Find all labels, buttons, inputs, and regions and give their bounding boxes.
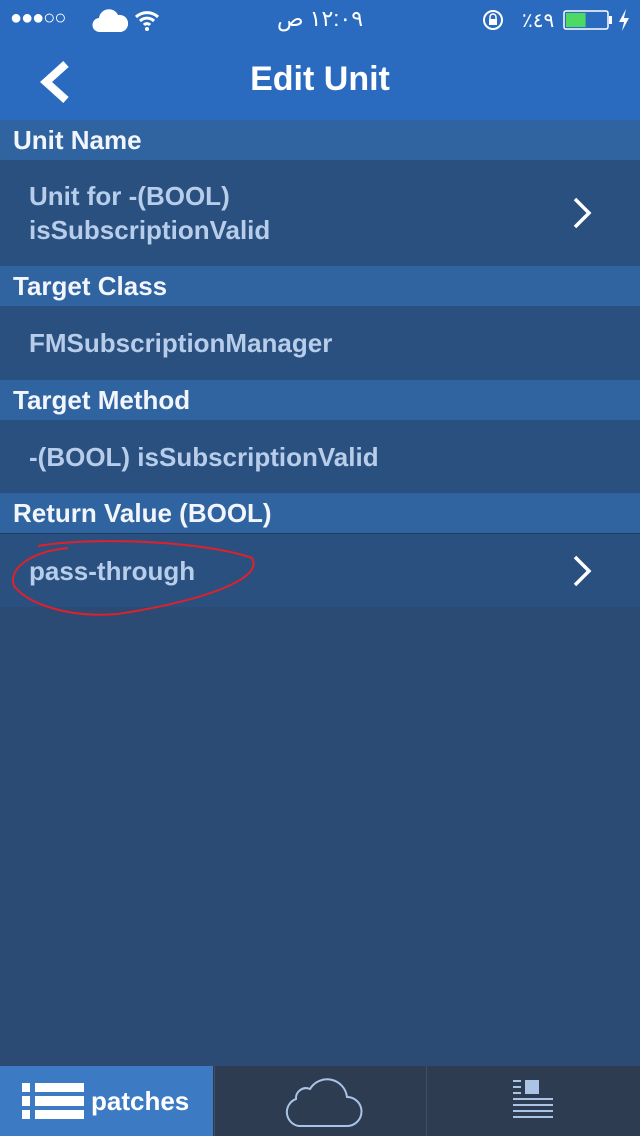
list-icon <box>22 1083 84 1119</box>
annotation-circle <box>11 540 255 616</box>
chevron-right-icon <box>573 197 592 229</box>
charging-icon <box>619 9 629 31</box>
target-method-row[interactable]: -(BOOL) isSubscriptionValid <box>0 420 640 493</box>
tab-patches[interactable]: patches <box>0 1066 213 1136</box>
unit-name-line2: isSubscriptionValid <box>29 215 271 245</box>
unit-name-row[interactable]: Unit for -(BOOL) isSubscriptionValid <box>0 160 640 266</box>
target-class-value: FMSubscriptionManager <box>29 328 333 358</box>
status-bar: ●●●○○ ١٢:٠٩ ص ٪٤٩ <box>0 0 640 40</box>
navigation-bar: Edit Unit <box>0 40 640 120</box>
target-method-value: -(BOOL) isSubscriptionValid <box>29 441 379 472</box>
section-header-return-value: Return Value (BOOL) <box>0 493 640 533</box>
section-header-target-method: Target Method <box>0 380 640 420</box>
rotation-lock-icon <box>483 10 503 30</box>
cloud-icon <box>285 1078 363 1127</box>
section-header-target-class: Target Class <box>0 266 640 306</box>
document-icon <box>513 1080 553 1118</box>
tab-documents[interactable] <box>427 1066 640 1136</box>
chevron-right-icon <box>573 555 592 586</box>
page-title: Edit Unit <box>250 60 390 98</box>
target-class-row[interactable]: FMSubscriptionManager <box>0 306 640 380</box>
battery-percent: ٪٤٩ <box>522 10 555 32</box>
tab-cloud[interactable] <box>214 1066 427 1136</box>
tab-patches-label: patches <box>91 1086 190 1116</box>
tab-bar: patches <box>0 1066 640 1136</box>
battery-icon <box>563 10 612 30</box>
unit-name-line1: Unit for -(BOOL) <box>29 181 230 211</box>
section-header-unit-name: Unit Name <box>0 120 640 160</box>
